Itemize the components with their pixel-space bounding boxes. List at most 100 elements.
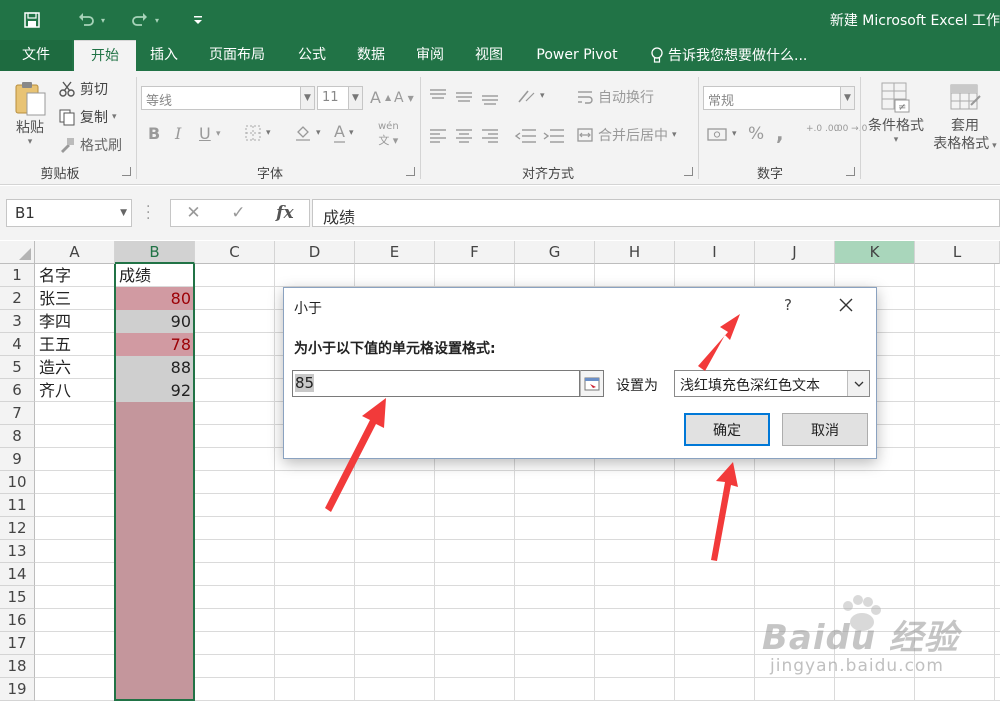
tab-insert[interactable]: 插入 <box>140 40 188 71</box>
decrease-decimal-button[interactable]: .00 →.0 <box>834 124 867 134</box>
save-icon[interactable] <box>20 8 44 32</box>
bold-button[interactable]: B <box>148 124 160 143</box>
undo-icon[interactable] <box>74 8 98 32</box>
number-launcher-icon[interactable] <box>846 167 855 176</box>
format-as-table-button[interactable]: 套用 表格格式 ▾ <box>930 81 1000 153</box>
help-button[interactable]: ? <box>784 296 792 314</box>
column-header-j[interactable]: J <box>755 241 835 264</box>
comma-button[interactable]: , <box>776 121 784 145</box>
column-header-a[interactable]: A <box>35 241 115 264</box>
accounting-format-button[interactable]: ▾ <box>706 125 737 143</box>
redo-icon[interactable] <box>128 8 152 32</box>
font-launcher-icon[interactable] <box>406 167 415 176</box>
underline-button[interactable]: U <box>199 124 211 143</box>
format-select[interactable]: 浅红填充色深红色文本 <box>674 370 870 397</box>
select-all-button[interactable] <box>0 241 35 264</box>
shrink-font-button[interactable]: A ▼ <box>394 90 414 106</box>
column-header-g[interactable]: G <box>515 241 595 264</box>
tab-review[interactable]: 审阅 <box>404 40 456 71</box>
wrap-text-button[interactable]: 自动换行 <box>576 87 654 107</box>
orientation-button[interactable]: ▾ <box>516 87 545 105</box>
row-header[interactable]: 14 <box>0 563 35 586</box>
confirm-edit-button[interactable]: ✓ <box>231 203 245 223</box>
horizontal-align-icons[interactable] <box>428 126 508 146</box>
column-header-e[interactable]: E <box>355 241 435 264</box>
percent-button[interactable]: % <box>748 124 764 144</box>
tab-file[interactable]: 文件 <box>0 40 72 71</box>
formula-input[interactable]: 成绩 <box>312 199 1000 227</box>
tab-home[interactable]: 开始 <box>74 40 136 71</box>
cell-name[interactable]: 王五 <box>35 333 115 356</box>
merge-center-button[interactable]: 合并后居中 ▾ <box>576 125 677 145</box>
column-header-f[interactable]: F <box>435 241 515 264</box>
undo-dropdown-icon[interactable]: ▾ <box>96 8 110 32</box>
range-selector-button[interactable] <box>580 370 604 397</box>
row-header[interactable]: 13 <box>0 540 35 563</box>
font-color-button[interactable]: A ▾ <box>334 122 353 143</box>
row-header[interactable]: 8 <box>0 425 35 448</box>
tab-formulas[interactable]: 公式 <box>288 40 336 71</box>
row-header[interactable]: 2 <box>0 287 35 310</box>
insert-function-button[interactable]: fx <box>276 203 293 223</box>
row-header[interactable]: 16 <box>0 609 35 632</box>
row-header[interactable]: 17 <box>0 632 35 655</box>
cell-name[interactable]: 张三 <box>35 287 115 310</box>
row-header[interactable]: 4 <box>0 333 35 356</box>
indent-icons[interactable] <box>514 126 570 146</box>
cell-name[interactable]: 齐八 <box>35 379 115 402</box>
italic-button[interactable]: I <box>175 124 181 143</box>
redo-dropdown-icon[interactable]: ▾ <box>150 8 164 32</box>
resize-handle-icon[interactable]: · · · <box>146 200 150 226</box>
conditional-formatting-button[interactable]: ≠ 条件格式 ▾ <box>862 81 930 145</box>
borders-button[interactable]: ▾ <box>244 124 271 142</box>
paste-button[interactable]: 粘贴 ▾ <box>10 79 50 147</box>
column-header-i[interactable]: I <box>675 241 755 264</box>
number-format-combo[interactable]: 常规 ▼ <box>703 86 855 110</box>
copy-button[interactable]: 复制 ▾ <box>58 107 117 127</box>
format-painter-button[interactable]: 格式刷 <box>58 135 122 155</box>
cell-a1[interactable]: 名字 <box>35 264 115 287</box>
tab-view[interactable]: 视图 <box>464 40 514 71</box>
tab-power-pivot[interactable]: Power Pivot <box>524 40 630 71</box>
column-header-c[interactable]: C <box>195 241 275 264</box>
row-header[interactable]: 9 <box>0 448 35 471</box>
increase-decimal-button[interactable]: +.0 .00 <box>806 124 839 134</box>
column-header-k[interactable]: K <box>835 241 915 264</box>
cancel-edit-button[interactable]: ✕ <box>186 203 200 223</box>
name-box[interactable]: B1 ▼ <box>6 199 132 227</box>
close-icon[interactable] <box>836 295 856 315</box>
cancel-button[interactable]: 取消 <box>782 413 868 446</box>
grow-font-button[interactable]: A ▲ <box>370 88 391 107</box>
font-size-combo[interactable]: 11 ▼ <box>317 86 363 110</box>
column-header-l[interactable]: L <box>915 241 1000 264</box>
row-header[interactable]: 6 <box>0 379 35 402</box>
row-header[interactable]: 1 <box>0 264 35 287</box>
customize-icon[interactable] <box>186 8 210 32</box>
row-header[interactable]: 11 <box>0 494 35 517</box>
column-header-h[interactable]: H <box>595 241 675 264</box>
cell-name[interactable]: 李四 <box>35 310 115 333</box>
ok-button[interactable]: 确定 <box>684 413 770 446</box>
alignment-launcher-icon[interactable] <box>684 167 693 176</box>
chevron-down-icon[interactable]: ▾ <box>216 129 221 139</box>
row-header[interactable]: 12 <box>0 517 35 540</box>
tab-data[interactable]: 数据 <box>346 40 396 71</box>
row-header[interactable]: 18 <box>0 655 35 678</box>
cell-name[interactable]: 造六 <box>35 356 115 379</box>
vertical-align-icons[interactable] <box>428 87 508 107</box>
row-header[interactable]: 5 <box>0 356 35 379</box>
row-header[interactable]: 7 <box>0 402 35 425</box>
row-header[interactable]: 10 <box>0 471 35 494</box>
threshold-input[interactable]: 85 <box>292 370 580 397</box>
font-name-combo[interactable]: 等线 ▼ <box>141 86 315 110</box>
clipboard-launcher-icon[interactable] <box>122 167 131 176</box>
phonetic-button[interactable]: wén 文 ▾ <box>378 121 399 148</box>
column-header-d[interactable]: D <box>275 241 355 264</box>
row-header[interactable]: 3 <box>0 310 35 333</box>
cut-button[interactable]: 剪切 <box>58 79 108 99</box>
tab-page-layout[interactable]: 页面布局 <box>196 40 278 71</box>
row-header[interactable]: 15 <box>0 586 35 609</box>
fill-color-button[interactable]: ▾ <box>294 124 321 142</box>
column-header-b[interactable]: B <box>115 241 195 264</box>
row-header[interactable]: 19 <box>0 678 35 701</box>
